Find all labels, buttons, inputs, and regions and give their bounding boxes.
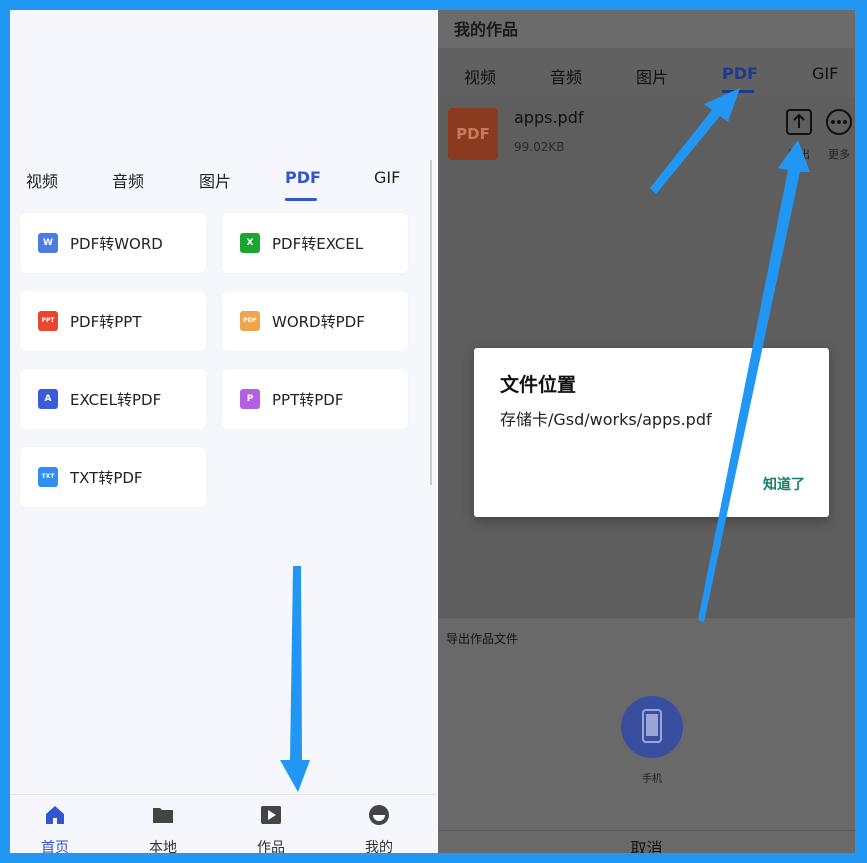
txt-icon: TXT <box>38 467 58 487</box>
tool-pdf-to-word[interactable]: W PDF转WORD <box>20 213 206 273</box>
more-label: 更多 <box>828 148 850 161</box>
export-button[interactable]: 导出 <box>782 108 816 162</box>
file-location-dialog: 文件位置 存储卡/Gsd/works/apps.pdf 知道了 <box>474 348 829 517</box>
tool-label: PPT转PDF <box>272 391 344 409</box>
dialog-message: 存储卡/Gsd/works/apps.pdf <box>500 410 712 429</box>
nav-home[interactable]: 首页 <box>25 803 85 853</box>
tool-label: TXT转PDF <box>70 469 143 487</box>
file-size: 99.02KB <box>514 140 565 154</box>
tab-audio[interactable]: 音频 <box>550 64 582 88</box>
cancel-label: 取消 <box>630 839 663 853</box>
acrobat-icon: A <box>38 389 58 409</box>
excel-icon: X <box>240 233 260 253</box>
works-header: 我的作品 <box>438 10 855 48</box>
cancel-button[interactable]: 取消 <box>438 830 855 853</box>
export-label: 导出 <box>788 148 810 161</box>
tool-label: WORD转PDF <box>272 313 365 331</box>
folder-icon <box>153 808 173 823</box>
tool-excel-to-pdf[interactable]: A EXCEL转PDF <box>20 369 206 429</box>
tool-label: PDF转EXCEL <box>272 235 364 253</box>
active-tab-indicator <box>722 90 754 93</box>
profile-icon <box>369 805 389 825</box>
ppt-pdf-icon: P <box>240 389 260 409</box>
tab-video[interactable]: 视频 <box>26 168 58 192</box>
export-icon <box>786 109 812 135</box>
phone-icon <box>642 709 662 743</box>
nav-label: 作品 <box>257 840 285 853</box>
tool-label: PDF转PPT <box>70 313 142 331</box>
tab-video[interactable]: 视频 <box>464 64 496 88</box>
page-title: 我的作品 <box>454 20 519 39</box>
tool-pdf-to-excel[interactable]: X PDF转EXCEL <box>222 213 408 273</box>
pdf-file-icon: PDF <box>448 108 498 160</box>
home-icon <box>46 806 64 824</box>
tab-pdf[interactable]: PDF <box>722 64 758 83</box>
tab-pdf[interactable]: PDF <box>285 168 321 187</box>
tool-label: EXCEL转PDF <box>70 391 162 409</box>
left-panel: 视频 音频 图片 PDF GIF W PDF转WORD X PDF转EXCEL … <box>10 10 437 853</box>
more-icon <box>826 109 852 135</box>
tool-ppt-to-pdf[interactable]: P PPT转PDF <box>222 369 408 429</box>
play-icon <box>261 806 281 824</box>
nav-label: 我的 <box>365 840 393 853</box>
nav-label: 首页 <box>41 840 69 853</box>
nav-works[interactable]: 作品 <box>241 803 301 853</box>
bottom-nav: 首页 本地 作品 我的 <box>10 794 437 853</box>
works-tab-bar: 视频 音频 图片 PDF GIF <box>438 48 855 98</box>
dialog-title: 文件位置 <box>500 374 577 396</box>
nav-label: 本地 <box>149 840 177 853</box>
export-sheet: 导出作品文件 手机 取消 <box>438 618 855 853</box>
screenshot-frame: 视频 音频 图片 PDF GIF W PDF转WORD X PDF转EXCEL … <box>10 10 855 853</box>
tab-image[interactable]: 图片 <box>199 168 231 192</box>
sheet-title: 导出作品文件 <box>446 632 519 646</box>
tab-gif[interactable]: GIF <box>374 168 400 187</box>
scrollbar[interactable] <box>430 160 432 485</box>
got-it-button[interactable]: 知道了 <box>763 474 805 494</box>
tab-image[interactable]: 图片 <box>636 64 668 88</box>
tool-word-to-pdf[interactable]: PDF WORD转PDF <box>222 291 408 351</box>
tab-audio[interactable]: 音频 <box>112 168 144 192</box>
word-icon: W <box>38 233 58 253</box>
phone-option-button[interactable] <box>621 696 683 758</box>
more-button[interactable]: 更多 <box>822 108 855 162</box>
nav-local[interactable]: 本地 <box>133 803 193 853</box>
tool-label: PDF转WORD <box>70 235 163 253</box>
tool-txt-to-pdf[interactable]: TXT TXT转PDF <box>20 447 206 507</box>
nav-mine[interactable]: 我的 <box>349 803 409 853</box>
ppt-icon: PPT <box>38 311 58 331</box>
left-tab-bar: 视频 音频 图片 PDF GIF <box>10 168 437 204</box>
tab-gif[interactable]: GIF <box>812 64 838 83</box>
tool-pdf-to-ppt[interactable]: PPT PDF转PPT <box>20 291 206 351</box>
pdf-icon: PDF <box>240 311 260 331</box>
phone-option-label: 手机 <box>642 774 662 785</box>
file-name[interactable]: apps.pdf <box>514 108 583 127</box>
active-tab-indicator <box>285 198 317 201</box>
